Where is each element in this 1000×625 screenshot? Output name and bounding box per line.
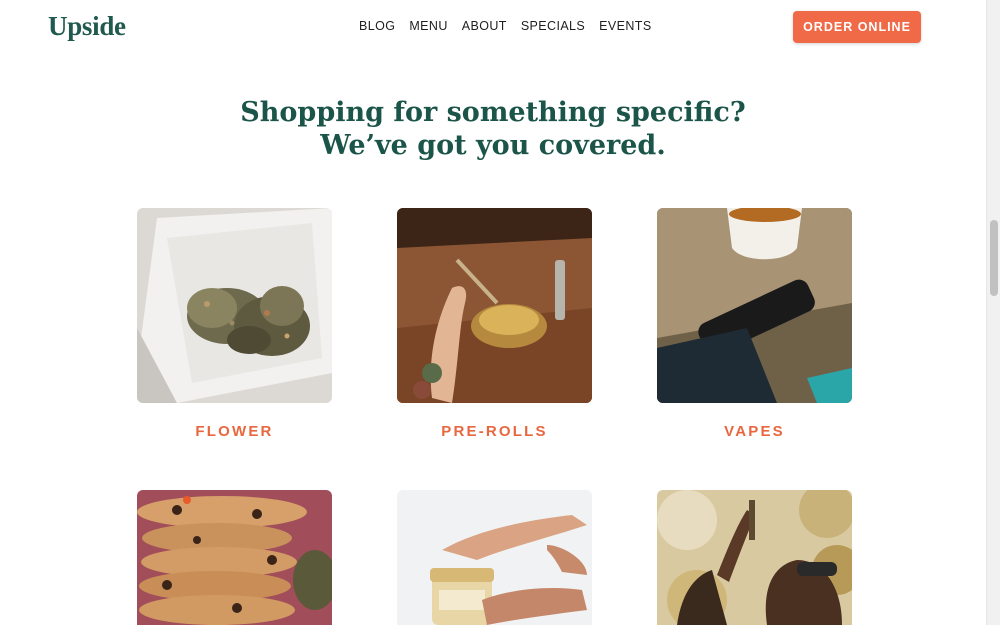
category-label-pre-rolls[interactable]: PRE-ROLLS [397,423,592,440]
category-card-topicals[interactable] [397,490,592,625]
site-logo[interactable]: Upside [48,11,126,42]
category-card-tinctures[interactable] [657,490,852,625]
nav-menu[interactable]: MENU [409,19,447,33]
section-heading-line-2: We’ve got you covered. [320,130,666,161]
category-card-vapes[interactable] [657,208,852,403]
nav-blog[interactable]: BLOG [359,19,395,33]
vapes-photo [657,208,852,403]
section-heading-line-1: Shopping for something specific? [240,97,746,128]
category-card-flower[interactable] [137,208,332,403]
flower-photo [137,208,332,403]
order-online-button[interactable]: ORDER ONLINE [793,11,921,43]
category-label-flower[interactable]: FLOWER [137,423,332,440]
main-nav: BLOG MENU ABOUT SPECIALS EVENTS [359,19,652,33]
pre-rolls-photo [397,208,592,403]
nav-specials[interactable]: SPECIALS [521,19,585,33]
topicals-photo [397,490,592,625]
category-card-edibles[interactable] [137,490,332,625]
site-header: Upside BLOG MENU ABOUT SPECIALS EVENTS O… [0,0,986,56]
nav-about[interactable]: ABOUT [462,19,507,33]
cookies-photo [137,490,332,625]
scrollbar-thumb[interactable] [990,220,998,296]
category-label-vapes[interactable]: VAPES [657,423,852,440]
nav-events[interactable]: EVENTS [599,19,651,33]
tinctures-photo [657,490,852,625]
category-card-pre-rolls[interactable] [397,208,592,403]
page-scrollbar[interactable] [986,0,1000,625]
